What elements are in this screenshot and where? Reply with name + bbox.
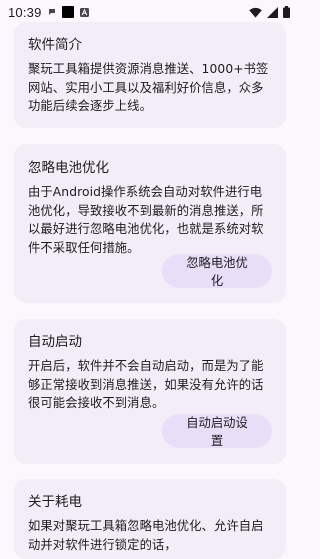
status-time: 10:39 xyxy=(8,4,42,20)
signal-icon xyxy=(267,6,278,18)
black-square-icon xyxy=(61,6,74,18)
intro-body: 聚玩工具箱提供资源消息推送、1000+书签网站、实用小工具以及福利好价信息，众多… xyxy=(28,62,269,113)
auto-start-settings-button[interactable]: 自动启动设置 xyxy=(162,414,272,448)
auto-start-card: 自动启动 开启后，软件并不会自动启动，而是为了能够正常接收到消息推送，如果没有允… xyxy=(14,319,286,464)
battery-optimization-title: 忽略电池优化 xyxy=(28,160,109,176)
intro-title: 软件简介 xyxy=(28,37,82,53)
battery-optimization-body: 由于Android操作系统会自动对软件进行电池优化，导致接收不到最新的消息推送，… xyxy=(28,185,264,255)
battery-icon xyxy=(283,6,290,18)
chat-bubble-icon xyxy=(48,8,56,16)
auto-start-title: 自动启动 xyxy=(28,334,82,350)
auto-start-body: 开启后，软件并不会自动启动，而是为了能够正常接收到消息推送，如果没有允许的话很可… xyxy=(28,359,264,410)
intro-card: 软件简介 聚玩工具箱提供资源消息推送、1000+书签网站、实用小工具以及福利好价… xyxy=(14,22,286,128)
power-consumption-card: 关于耗电 如果对聚玩工具箱忽略电池优化、允许自启动并对软件进行锁定的话， xyxy=(14,479,286,559)
a-badge-icon xyxy=(79,7,89,17)
power-consumption-title: 关于耗电 xyxy=(28,494,82,510)
ignore-battery-optimization-button[interactable]: 忽略电池优化 xyxy=(162,254,272,288)
battery-optimization-card: 忽略电池优化 由于Android操作系统会自动对软件进行电池优化，导致接收不到最… xyxy=(14,144,286,303)
wifi-icon xyxy=(249,7,262,18)
power-consumption-body: 如果对聚玩工具箱忽略电池优化、允许自启动并对软件进行锁定的话， xyxy=(28,519,264,552)
status-bar: 10:39 xyxy=(0,0,300,24)
